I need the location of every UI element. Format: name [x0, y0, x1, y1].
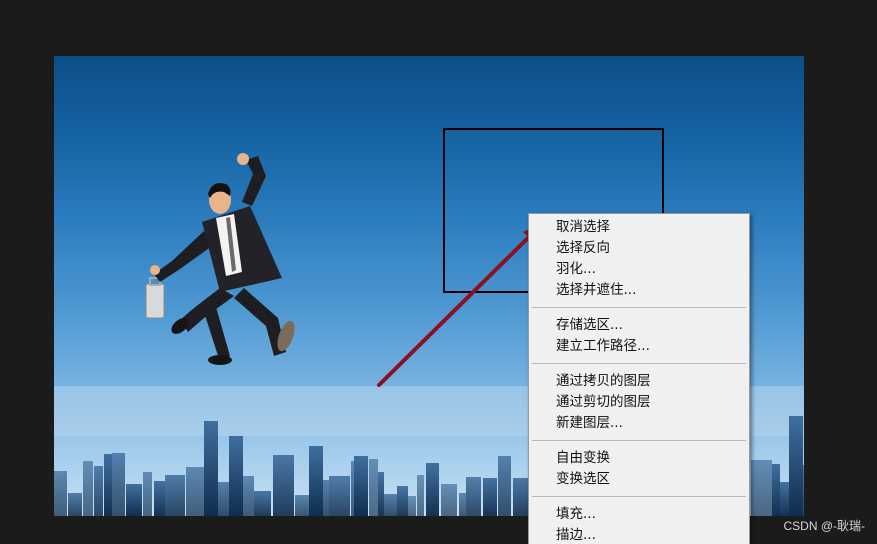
- menu-item-layer-via-copy[interactable]: 通过拷贝的图层: [529, 371, 749, 392]
- menu-item-layer-via-cut[interactable]: 通过剪切的图层: [529, 392, 749, 413]
- menu-item-transform-selection[interactable]: 变换选区: [529, 469, 749, 490]
- watermark: CSDN @-耿瑞-: [783, 519, 865, 533]
- menu-item-free-transform[interactable]: 自由变换: [529, 448, 749, 469]
- context-menu: 取消选择 选择反向 羽化... 选择并遮住... 存储选区... 建立工作路径... 通过拷…: [528, 213, 750, 544]
- menu-item-select-and-mask[interactable]: 选择并遮住...: [529, 280, 749, 301]
- menu-separator: [532, 440, 746, 441]
- menu-item-select-inverse[interactable]: 选择反向: [529, 238, 749, 259]
- menu-separator: [532, 496, 746, 497]
- menu-separator: [532, 363, 746, 364]
- menu-item-save-selection[interactable]: 存储选区...: [529, 315, 749, 336]
- photoshop-workspace: 取消选择 选择反向 羽化... 选择并遮住... 存储选区... 建立工作路径... 通过拷…: [0, 0, 877, 544]
- menu-item-stroke[interactable]: 描边...: [529, 525, 749, 544]
- menu-separator: [532, 307, 746, 308]
- jumping-businessman: [145, 153, 295, 365]
- menu-item-deselect[interactable]: 取消选择: [529, 217, 749, 238]
- menu-item-feather[interactable]: 羽化...: [529, 259, 749, 280]
- menu-item-make-work-path[interactable]: 建立工作路径...: [529, 336, 749, 357]
- menu-item-fill[interactable]: 填充...: [529, 504, 749, 525]
- menu-item-new-layer[interactable]: 新建图层...: [529, 413, 749, 434]
